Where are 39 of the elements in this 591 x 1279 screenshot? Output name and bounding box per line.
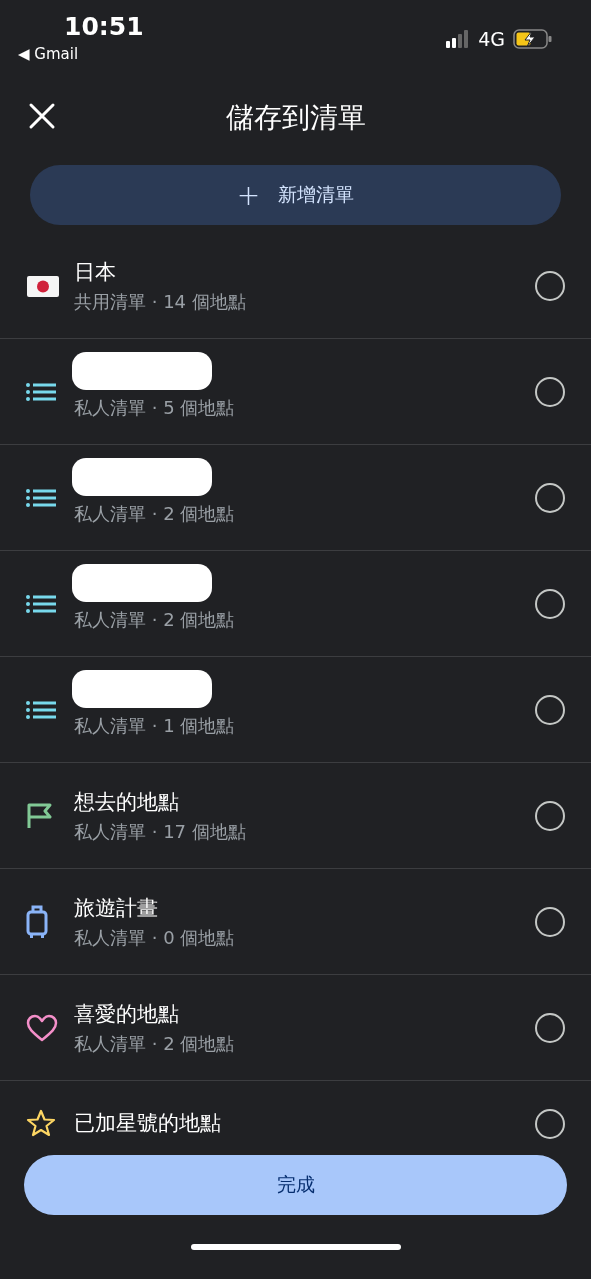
list-subtitle: 私人清單 · 0 個地點 <box>74 925 236 950</box>
done-button[interactable]: 完成 <box>24 1155 567 1215</box>
network-label: 4G <box>478 28 505 50</box>
radio-button[interactable] <box>535 588 565 619</box>
radio-button[interactable] <box>535 1012 565 1043</box>
list-icon <box>26 700 56 719</box>
list-title: 已加星號的地點 <box>74 1110 222 1137</box>
radio-button[interactable] <box>535 1109 565 1139</box>
list-subtitle: 私人清單 · 2 個地點 <box>74 1031 236 1056</box>
japan-flag-icon <box>26 273 60 298</box>
back-to-app-link[interactable]: ◀ Gmail <box>18 45 79 63</box>
status-time: 10:51 <box>64 12 144 41</box>
close-icon[interactable] <box>28 102 56 130</box>
list-subtitle: 共用清單 · 14 個地點 <box>74 289 247 314</box>
list-subtitle: 私人清單 · 5 個地點 <box>74 395 236 420</box>
radio-button[interactable] <box>535 800 565 831</box>
radio-button[interactable] <box>535 270 565 301</box>
radio-button[interactable] <box>535 376 565 407</box>
list-title: 想去的地點 <box>74 788 180 816</box>
heart-icon <box>26 1013 58 1042</box>
list-title: 旅遊計畫 <box>74 894 159 922</box>
list-title: 日本 <box>74 258 117 286</box>
list-icon <box>26 594 56 613</box>
radio-button[interactable] <box>535 694 565 725</box>
list-subtitle: 私人清單 · 1 個地點 <box>74 713 236 738</box>
list-subtitle: 私人清單 · 2 個地點 <box>74 501 236 526</box>
flag-icon <box>26 802 52 829</box>
luggage-icon <box>26 904 48 939</box>
radio-button[interactable] <box>535 906 565 937</box>
signal-icon <box>446 30 471 48</box>
list-title: 喜愛的地點 <box>74 1000 180 1028</box>
new-list-button[interactable]: + 新增清單 <box>30 165 561 225</box>
star-icon <box>26 1109 56 1137</box>
list-subtitle: 私人清單 · 17 個地點 <box>74 819 247 844</box>
list-subtitle: 私人清單 · 2 個地點 <box>74 607 236 632</box>
list-icon <box>26 488 56 507</box>
radio-button[interactable] <box>535 482 565 513</box>
screen-title: 儲存到清單 <box>225 99 366 136</box>
list-icon <box>26 382 56 401</box>
